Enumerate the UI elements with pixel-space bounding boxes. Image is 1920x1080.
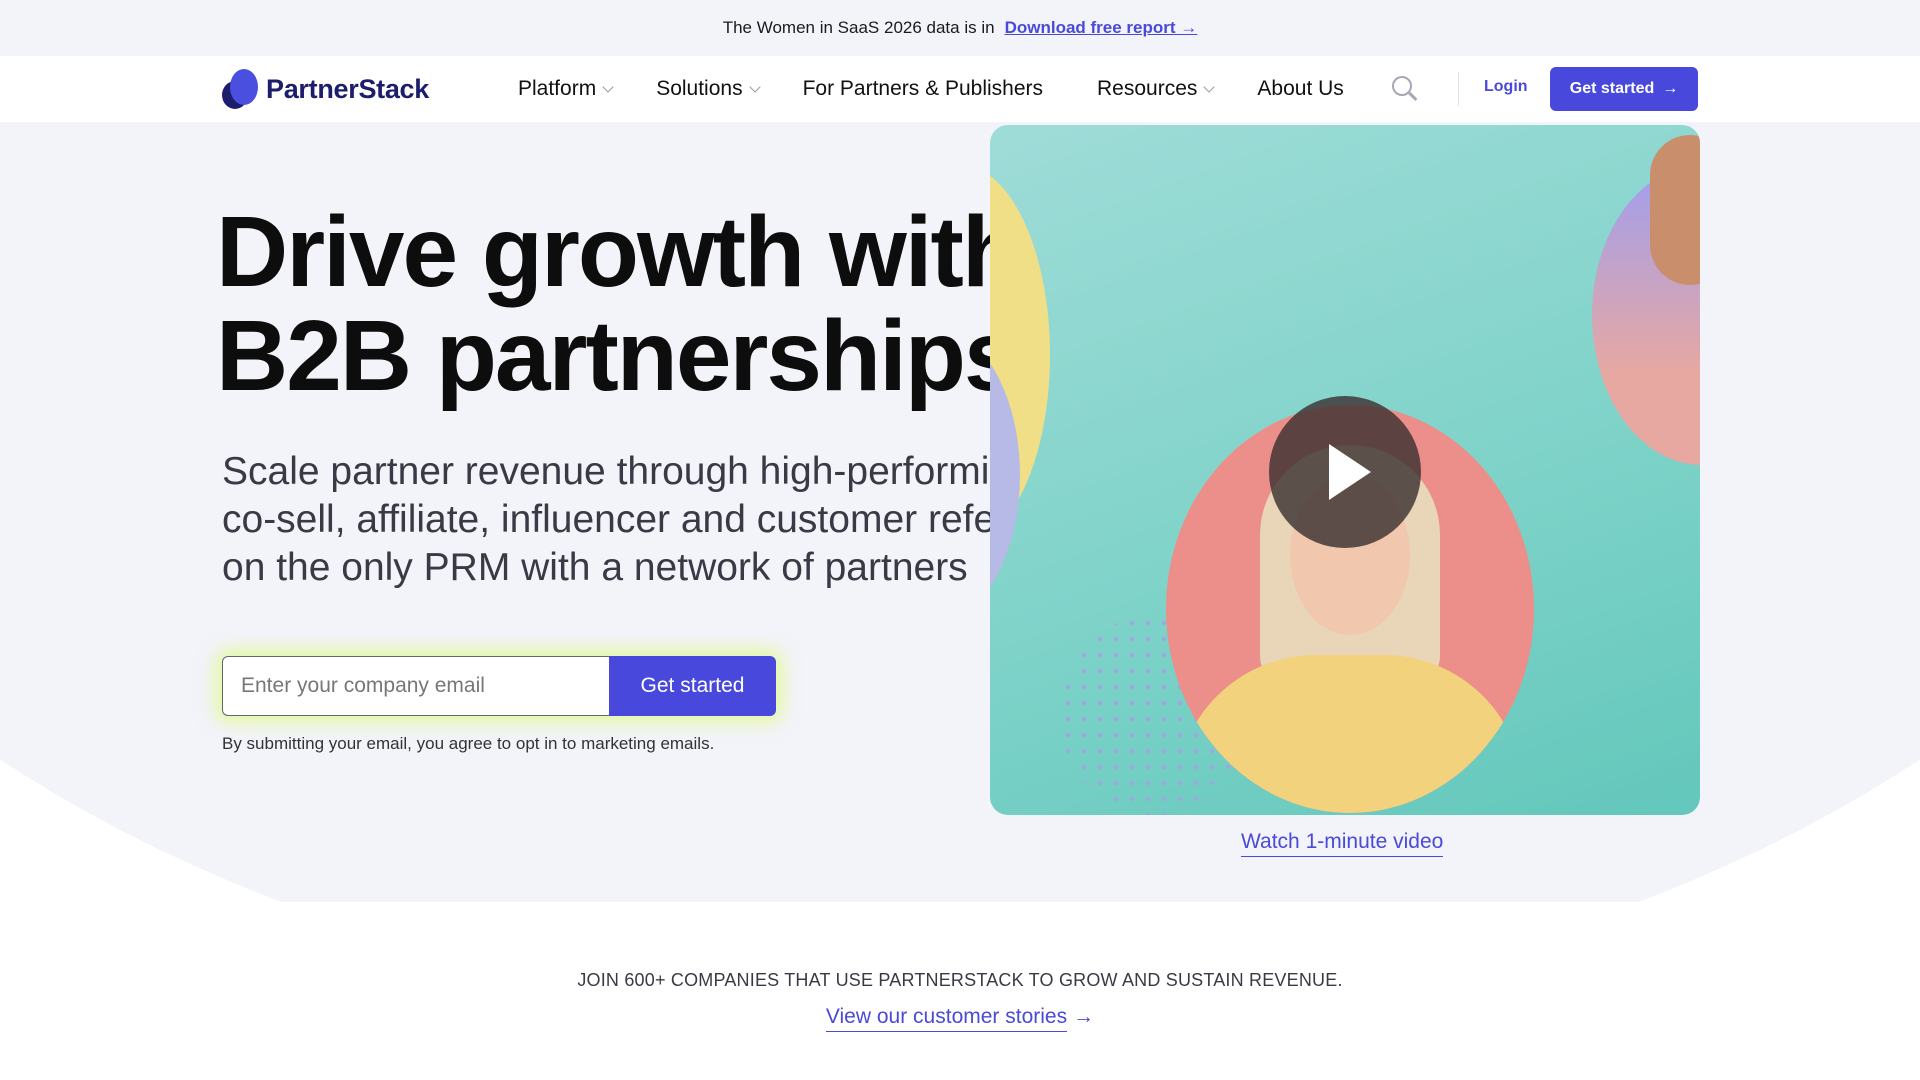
nav-item-label: Platform: [518, 77, 597, 100]
company-email-input[interactable]: [222, 656, 609, 716]
download-report-link[interactable]: Download free report →: [1005, 18, 1198, 38]
hero-video[interactable]: [990, 125, 1700, 815]
main-nav: PartnerStack Platform Solutions For Part…: [0, 56, 1920, 122]
email-signup-form: Get started: [222, 656, 776, 716]
logo[interactable]: PartnerStack: [222, 68, 429, 110]
hero-headline: Drive growth with B2B partnerships: [216, 200, 1116, 408]
announcement-text: The Women in SaaS 2026 data is in: [722, 18, 995, 37]
get-started-label: Get started: [1569, 80, 1655, 97]
headline-line-1: Drive growth with: [216, 196, 1023, 308]
customer-stories: View our customer stories →: [0, 1005, 1920, 1032]
chevron-down-icon: [602, 81, 614, 93]
nav-item-label: Resources: [1097, 77, 1198, 100]
hero-subheading: Scale partner revenue through high-perfo…: [222, 448, 1122, 592]
nav-item-solutions[interactable]: Solutions: [656, 77, 761, 101]
arrow-right-icon: →: [1662, 80, 1679, 97]
email-submit-button[interactable]: Get started: [609, 656, 776, 716]
nav-menu: Platform Solutions For Partners & Publis…: [518, 56, 1344, 122]
subhead-line-2: co-sell, affiliate, influencer and custo…: [222, 498, 1071, 541]
nav-item-platform[interactable]: Platform: [518, 77, 614, 101]
nav-item-label: For Partners & Publishers: [802, 77, 1044, 100]
nav-item-label: About Us: [1257, 77, 1344, 100]
social-proof-text: JOIN 600+ COMPANIES THAT USE PARTNERSTAC…: [577, 970, 1343, 990]
announcement-bar: The Women in SaaS 2026 data is in Downlo…: [0, 0, 1920, 56]
nav-item-partners-publishers[interactable]: For Partners & Publishers: [803, 77, 1043, 101]
watch-video-link[interactable]: Watch 1-minute video: [1241, 830, 1444, 857]
headline-line-2: B2B partnerships: [216, 300, 1020, 412]
nav-item-label: Solutions: [656, 77, 743, 100]
email-disclaimer: By submitting your email, you agree to o…: [222, 734, 715, 753]
play-icon[interactable]: [1269, 396, 1421, 548]
subhead-line-1: Scale partner revenue through high-perfo…: [222, 450, 1033, 493]
nav-divider: [1458, 72, 1459, 106]
nav-item-about-us[interactable]: About Us: [1257, 77, 1343, 101]
get-started-button[interactable]: Get started →: [1550, 67, 1698, 111]
logo-mark-icon: [222, 69, 258, 109]
subhead-line-3: on the only PRM with a network of partne…: [222, 546, 968, 589]
chevron-down-icon: [748, 81, 761, 93]
search-icon[interactable]: [1392, 76, 1418, 102]
person-image-right: [1650, 135, 1700, 285]
nav-item-resources[interactable]: Resources: [1097, 77, 1216, 101]
logo-text: PartnerStack: [266, 73, 429, 104]
login-link[interactable]: Login: [1484, 78, 1528, 96]
customer-stories-link[interactable]: View our customer stories: [825, 1005, 1068, 1032]
chevron-down-icon: [1203, 81, 1216, 93]
arrow-right-icon: →: [1073, 1005, 1095, 1028]
